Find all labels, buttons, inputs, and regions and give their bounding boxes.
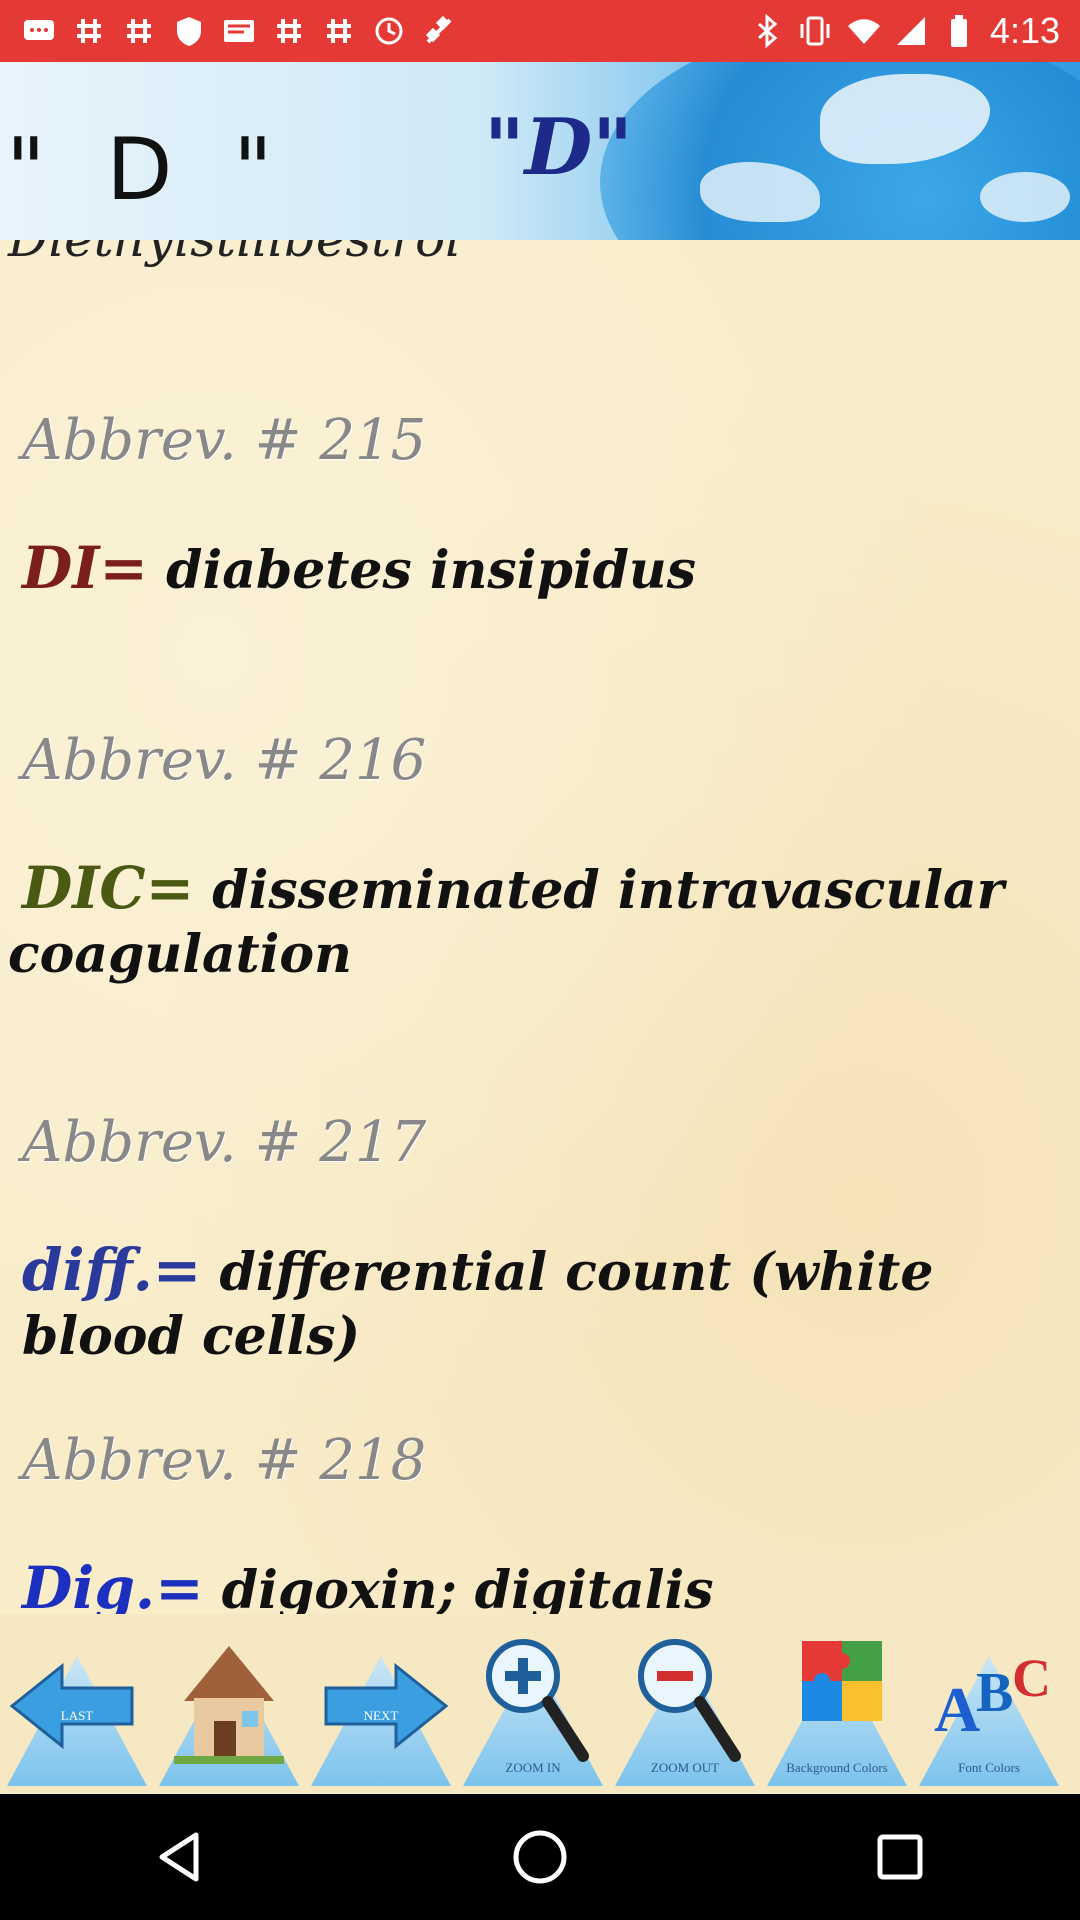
abc-icon: A B C [934,1648,1051,1745]
font-colors-button[interactable]: A B C Font Colors [914,1626,1064,1786]
recents-icon [877,1834,923,1880]
abbrev-entry: diff.= differential count (white blood c… [22,1238,1062,1369]
abbrev-number: Abbrev. # 216 [22,728,427,793]
abbrev-definition: digoxin; digitalis [203,1560,714,1614]
back-button[interactable] [135,1812,225,1902]
abbrev-term: Dig.= [22,1554,204,1614]
puzzle-icon [802,1641,882,1721]
last-button-label: LAST [60,1708,94,1723]
left-arrow-icon [9,1662,134,1750]
svg-text:B: B [976,1662,1013,1724]
abbrev-definition: diabetes insipidus [148,540,697,601]
abbrev-number: Abbrev. # 215 [22,408,427,473]
letter-logo: "D" [484,102,633,193]
last-button[interactable]: LAST [2,1626,152,1786]
font-colors-label: Font Colors [958,1760,1020,1775]
background-colors-label: Background Colors [786,1760,888,1775]
back-icon [159,1832,199,1882]
svg-text:C: C [1012,1648,1051,1708]
zoom-out-label: ZOOM OUT [650,1760,720,1775]
letter-title: " D " [6,120,275,220]
shield-icon [172,14,206,48]
zoom-in-icon [486,1639,589,1762]
previous-entry-text: Diethylstillbestrol [8,240,461,268]
sync-icon [372,14,406,48]
abbrev-entry: DIC= disseminated intravascular coagulat… [8,856,1048,987]
abbrev-term: diff.= [22,1236,202,1304]
next-button-label: NEXT [363,1708,399,1723]
battery-icon [942,14,976,48]
zoom-in-button[interactable]: ZOOM IN [458,1626,608,1786]
status-bar: 4:13 [0,0,1080,62]
hash-icon [272,14,306,48]
header-banner: " D " "D" [0,62,1080,240]
right-arrow-icon [324,1662,449,1750]
abbrev-entry: Dig.= digoxin; digitalis [22,1556,1062,1614]
wifi-icon [846,14,880,48]
status-left-icons [0,14,456,48]
bottom-toolbar: LAST NEXT ZOOM IN ZOOM OUT Background Co… [0,1614,1080,1794]
status-right-icons: 4:13 [750,0,1060,62]
home-icon [513,1830,567,1884]
home-nav-button[interactable] [495,1812,585,1902]
hash-icon [122,14,156,48]
next-button[interactable]: NEXT [306,1626,456,1786]
globe-land [980,172,1070,222]
background-colors-button[interactable]: Background Colors [762,1626,912,1786]
system-navigation-bar [0,1794,1080,1920]
zoom-in-label: ZOOM IN [505,1760,561,1775]
bluetooth-icon [750,14,784,48]
chat-icon [22,14,56,48]
message-icon [222,14,256,48]
abbreviation-list[interactable]: Diethylstillbestrol Abbrev. # 215 DI= di… [0,240,1080,1614]
vibrate-icon [798,14,832,48]
zoom-out-icon [638,1639,741,1762]
abbrev-term: DI= [22,534,149,602]
abbrev-number: Abbrev. # 218 [22,1428,427,1493]
recents-button[interactable] [855,1812,945,1902]
svg-text:A: A [934,1674,980,1745]
home-button[interactable] [154,1626,304,1786]
abbrev-number: Abbrev. # 217 [22,1110,427,1175]
abbrev-term: DIC= [22,854,195,922]
zoom-out-button[interactable]: ZOOM OUT [610,1626,760,1786]
signal-icon [894,14,928,48]
abbrev-entry: DI= diabetes insipidus [22,536,1062,603]
hash-icon [322,14,356,48]
hash-icon [72,14,106,48]
satellite-icon [422,14,456,48]
status-time: 4:13 [989,10,1060,51]
house-icon [174,1646,284,1764]
